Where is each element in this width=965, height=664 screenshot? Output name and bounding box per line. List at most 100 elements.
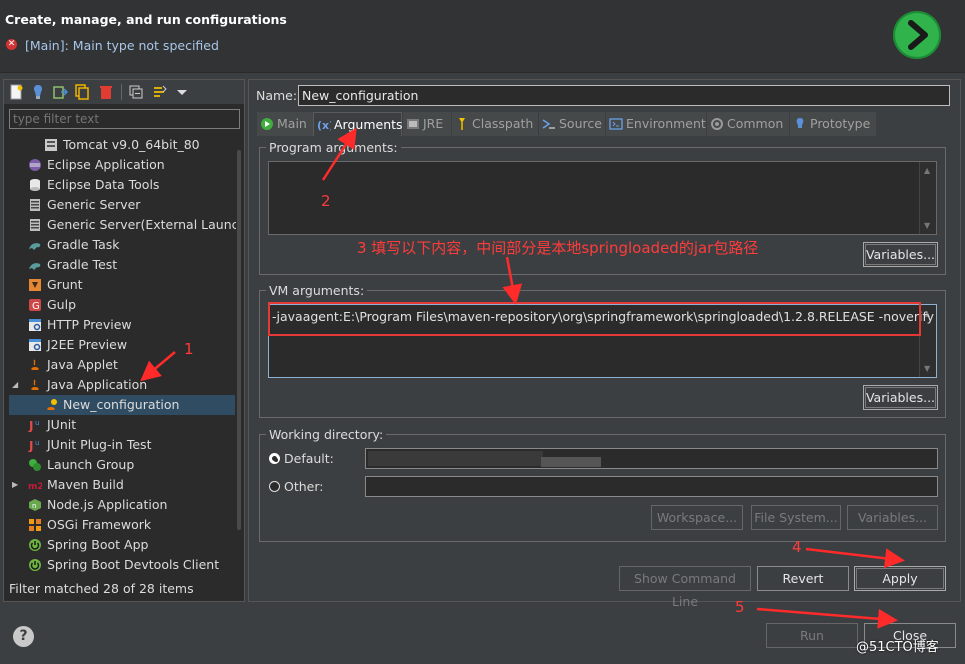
other-directory-input[interactable] <box>365 476 938 497</box>
preview-icon <box>29 339 41 351</box>
collapse-all-icon[interactable] <box>128 84 144 100</box>
tree-item-label: Spring Boot Devtools Client <box>47 557 220 572</box>
tree-item[interactable]: Ju JUnit <box>4 415 240 435</box>
tree-item-label: Java Application <box>47 377 148 392</box>
tree-item[interactable]: Gradle Test <box>4 255 240 275</box>
filter-icon[interactable] <box>152 84 168 100</box>
tab-label: Common <box>727 116 784 131</box>
svg-text:J: J <box>28 419 33 432</box>
environment-tab-icon <box>609 118 623 130</box>
tree-item-label: Gradle Task <box>47 237 120 252</box>
scroll-down-icon[interactable]: ▼ <box>924 364 930 373</box>
tree-item-label: JUnit Plug-in Test <box>47 437 152 452</box>
tree-item-label: New_configuration <box>63 397 180 412</box>
scroll-down-icon[interactable]: ▼ <box>924 221 930 230</box>
tree-item[interactable]: n Node.js Application <box>4 495 240 515</box>
export-icon[interactable] <box>52 84 68 100</box>
show-command-line-button[interactable]: Show Command Line <box>619 566 751 609</box>
tree-item[interactable]: Spring Boot Devtools Client <box>4 555 240 575</box>
filter-input[interactable] <box>9 109 240 129</box>
jre-tab-icon <box>407 119 419 129</box>
working-dir-variables-button[interactable]: Variables... <box>847 505 938 530</box>
osgi-icon <box>29 519 41 531</box>
vm-arguments-highlight-box <box>268 302 921 336</box>
tree-item[interactable]: Eclipse Data Tools <box>4 175 240 195</box>
scroll-up-icon[interactable]: ▲ <box>924 166 930 175</box>
default-radio[interactable] <box>269 453 280 464</box>
name-label: Name: <box>256 88 298 103</box>
delete-icon[interactable] <box>98 84 114 100</box>
vm-variables-button[interactable]: Variables... <box>863 385 938 410</box>
duplicate-icon[interactable] <box>74 84 90 100</box>
main-tab-icon <box>261 118 273 130</box>
tab-common[interactable]: Common <box>707 112 789 136</box>
tree-item-label: J2EE Preview <box>47 337 128 352</box>
default-directory-input[interactable] <box>365 448 938 469</box>
workspace-button[interactable]: Workspace... <box>651 505 743 530</box>
svg-text:G: G <box>32 301 40 312</box>
vm-arguments-label: VM arguments: <box>266 283 368 298</box>
name-input[interactable] <box>298 85 950 106</box>
filter-status: Filter matched 28 of 28 items <box>9 581 194 596</box>
tab-jre[interactable]: JRE <box>403 112 451 136</box>
tree-item[interactable]: Java Applet <box>4 355 240 375</box>
toolbar-separator <box>121 84 122 100</box>
tree-item[interactable]: Generic Server(External Launch) <box>4 215 240 235</box>
revert-button[interactable]: Revert <box>757 566 849 591</box>
tree-item[interactable]: Launch Group <box>4 455 240 475</box>
annotation-1: 1 <box>184 340 194 358</box>
tab-label: Environment <box>626 116 706 131</box>
error-icon: ✕ <box>6 39 17 50</box>
tree-item-label: Gradle Test <box>47 257 118 272</box>
run-button[interactable]: Run <box>766 623 858 648</box>
tree-item-label: Spring Boot App <box>47 537 149 552</box>
tree-item[interactable]: J2EE Preview <box>4 335 240 355</box>
tree-item[interactable]: Generic Server <box>4 195 240 215</box>
tree-item[interactable]: Grunt <box>4 275 240 295</box>
tree-item[interactable]: Spring Boot App <box>4 535 240 555</box>
spring-icon <box>29 559 41 571</box>
junit-icon: Ju <box>28 439 39 452</box>
tab-classpath[interactable]: Classpath <box>452 112 538 136</box>
expanded-arrow-icon[interactable]: ◢ <box>12 375 18 395</box>
annotation-4: 4 <box>792 538 802 556</box>
tab-main[interactable]: Main <box>257 112 313 136</box>
tree-item[interactable]: New_configuration <box>9 395 235 415</box>
collapsed-arrow-icon[interactable]: ▶ <box>12 475 18 495</box>
tree-item[interactable]: HTTP Preview <box>4 315 240 335</box>
chevron-down-icon[interactable] <box>174 84 190 100</box>
gradle-icon <box>29 263 41 270</box>
tab-arguments[interactable]: (x)=Arguments <box>313 112 403 136</box>
tree-item[interactable]: Ju JUnit Plug-in Test <box>4 435 240 455</box>
program-arguments-label: Program arguments: <box>266 140 401 155</box>
program-arguments-textarea[interactable] <box>268 161 937 235</box>
other-radio[interactable] <box>269 481 280 492</box>
apply-button[interactable]: Apply <box>854 566 946 591</box>
new-prototype-icon[interactable] <box>30 84 46 100</box>
tree-scrollbar-thumb[interactable] <box>237 150 241 530</box>
dialog-header <box>0 0 965 73</box>
tree-item[interactable]: ▶ m2 Maven Build <box>4 475 240 495</box>
error-message: [Main]: Main type not specified <box>25 38 219 53</box>
help-icon[interactable]: ? <box>13 626 34 647</box>
junit-icon: Ju <box>28 419 39 432</box>
new-configuration-icon[interactable] <box>8 84 24 100</box>
tree-item-label: Eclipse Application <box>47 157 165 172</box>
tab-environment[interactable]: Environment <box>606 112 706 136</box>
program-variables-button[interactable]: Variables... <box>863 242 938 267</box>
tree-item[interactable]: Eclipse Application <box>4 155 240 175</box>
tree-item[interactable]: ◢ Java Application <box>4 375 240 395</box>
file-system-button[interactable]: File System... <box>751 505 841 530</box>
tree-item-label: JUnit <box>47 417 77 432</box>
tab-prototype[interactable]: Prototype <box>790 112 876 136</box>
tree-item[interactable]: OSGi Framework <box>4 515 240 535</box>
program-arguments-scrollbar[interactable]: ▲ ▼ <box>919 162 936 234</box>
tree-item-label: Generic Server <box>47 197 141 212</box>
tree-item[interactable]: Tomcat v9.0_64bit_80 <box>4 135 240 155</box>
tab-source[interactable]: Source <box>539 112 605 136</box>
tree-item[interactable]: G Gulp <box>4 295 240 315</box>
database-icon <box>30 179 40 191</box>
source-tab-icon <box>542 119 555 129</box>
tab-label: JRE <box>423 116 444 131</box>
tree-item[interactable]: Gradle Task <box>4 235 240 255</box>
